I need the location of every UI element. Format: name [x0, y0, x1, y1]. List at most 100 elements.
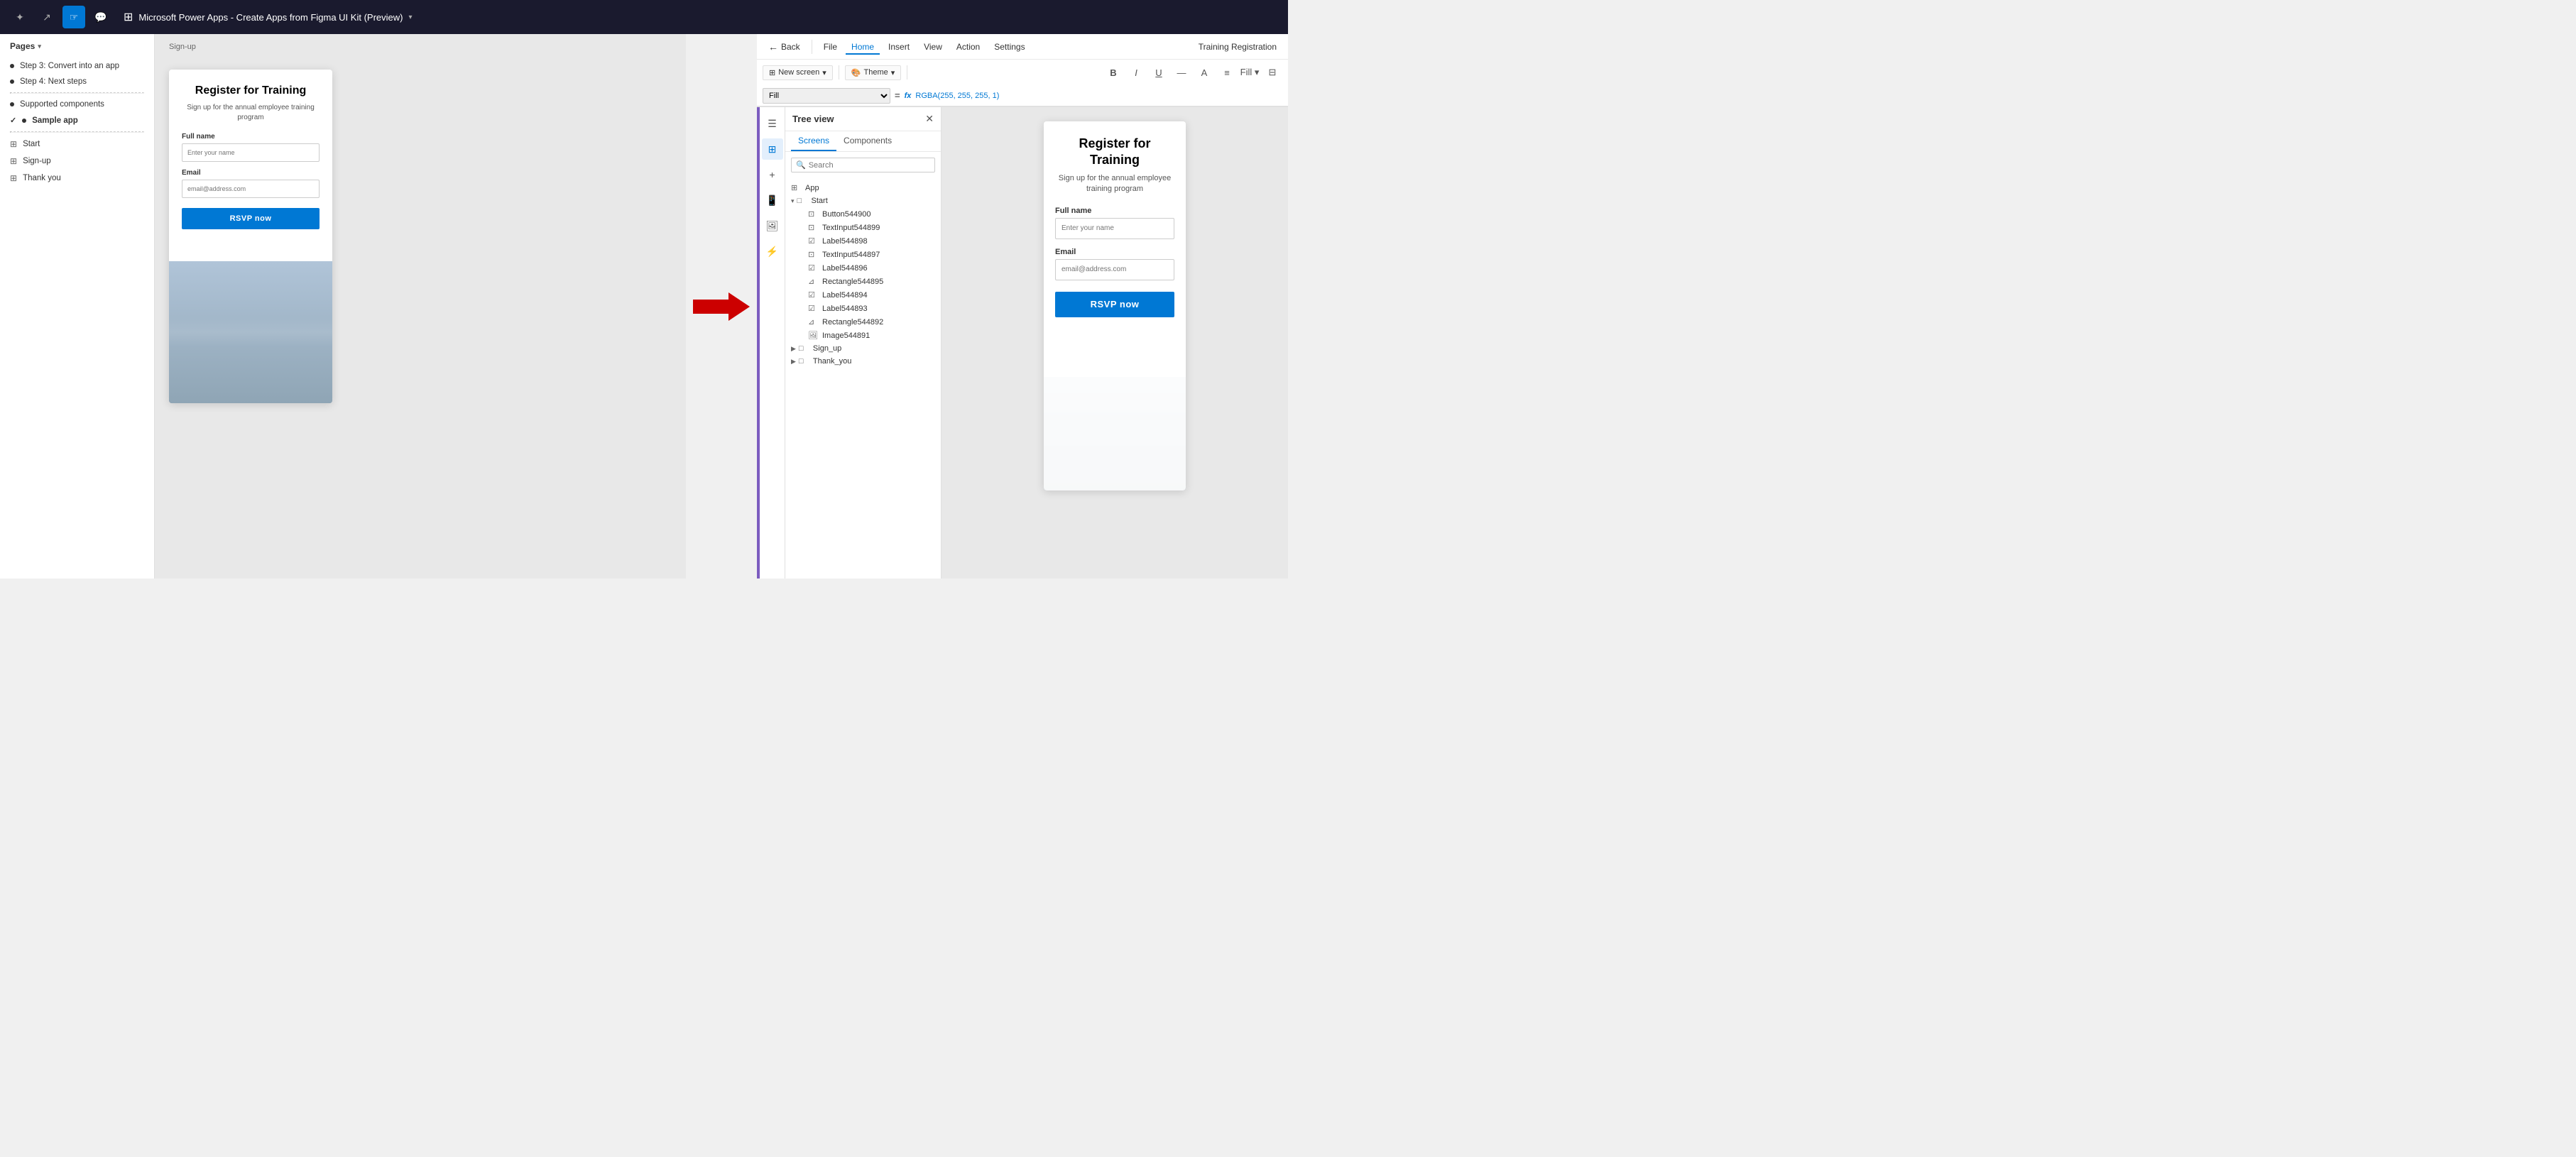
pages-divider — [10, 92, 144, 94]
italic-icon: I — [1135, 67, 1137, 78]
new-screen-label: New screen — [778, 68, 819, 77]
formula-fx-label: fx — [905, 92, 912, 100]
tree-item-start[interactable]: ▾ □ Start ··· — [785, 194, 941, 207]
bold-button[interactable]: B — [1103, 62, 1123, 82]
pa-full-name-input[interactable] — [1055, 218, 1174, 239]
strikethrough-button[interactable]: — — [1172, 62, 1191, 82]
pa-hamburger-icon[interactable]: ☰ — [762, 113, 783, 134]
theme-chevron-icon: ▾ — [891, 68, 895, 77]
pa-tab-screens[interactable]: Screens — [791, 131, 836, 151]
form-title: Register for Training — [182, 84, 320, 99]
pa-media-icon[interactable]: 🖼 — [762, 215, 783, 236]
figma-tool-arrow[interactable]: ↗ — [36, 6, 58, 28]
font-size-button[interactable]: A — [1194, 62, 1214, 82]
pa-format-buttons: B I U — A ≡ Fill ▾ ⊟ — [1103, 62, 1282, 82]
pa-menu-insert[interactable]: Insert — [883, 39, 915, 55]
tree-item-start-label: Start — [812, 197, 934, 205]
align-button[interactable]: ≡ — [1217, 62, 1237, 82]
figma-window-title: Microsoft Power Apps - Create Apps from … — [138, 12, 403, 23]
app-icon: ⊞ — [791, 183, 802, 192]
full-name-input[interactable] — [182, 143, 320, 162]
page-dot-icon — [22, 119, 26, 123]
screen-thankyou[interactable]: ⊞ Thank you — [0, 170, 154, 187]
pa-menu-home[interactable]: Home — [846, 39, 880, 55]
pa-new-screen-button[interactable]: ⊞ New screen ▾ — [763, 65, 833, 80]
page-supported[interactable]: Supported components — [0, 97, 154, 112]
pa-menu-action[interactable]: Action — [951, 39, 986, 55]
pa-toolbar: ⊞ New screen ▾ 🎨 Theme ▾ B I U — A — [757, 60, 1288, 85]
figma-tool-hand[interactable]: ☞ — [62, 6, 85, 28]
image-comp-icon: 🖼 — [808, 331, 819, 340]
tree-item-lbl544893[interactable]: ☑ Label544893 — [785, 302, 941, 315]
pa-full-name-label: Full name — [1055, 207, 1174, 215]
fill-dropdown[interactable]: Fill ▾ — [1240, 62, 1260, 82]
pa-form-subtitle: Sign up for the annual employee training… — [1055, 173, 1174, 195]
rectangle2-comp-icon: ⊿ — [808, 317, 819, 327]
tree-item-lbl544894[interactable]: ☑ Label544894 — [785, 288, 941, 302]
tool-group: ✦ ↗ ☞ 💬 — [9, 6, 112, 28]
canvas-screen-label: Sign-up — [169, 43, 196, 51]
pa-email-input[interactable] — [1055, 259, 1174, 280]
pa-tab-components[interactable]: Components — [836, 131, 899, 151]
tree-item-lbl544898[interactable]: ☑ Label544898 — [785, 234, 941, 248]
border-button[interactable]: ⊟ — [1262, 62, 1282, 82]
tree-item-txt544899-label: TextInput544899 — [822, 224, 934, 232]
figma-phone-frame: Register for Training Sign up for the an… — [169, 70, 332, 403]
new-screen-icon: ⊞ — [769, 68, 775, 77]
pa-variables-icon[interactable]: ⚡ — [762, 241, 783, 262]
pa-menu-view[interactable]: View — [918, 39, 948, 55]
tree-item-btn544900[interactable]: ⊡ Button544900 — [785, 207, 941, 221]
screen-start[interactable]: ⊞ Start — [0, 136, 154, 153]
pa-plus-icon[interactable]: + — [762, 164, 783, 185]
page-step4[interactable]: Step 4: Next steps — [0, 74, 154, 89]
pa-device-icon[interactable]: 📱 — [762, 190, 783, 211]
screen-signup-label: Sign-up — [23, 157, 51, 165]
figma-tool-comment[interactable]: 💬 — [89, 6, 112, 28]
tree-expand-thankyou-icon: ▶ — [791, 358, 796, 366]
pa-back-label: Back — [781, 42, 800, 52]
tree-item-txt544899[interactable]: ⊡ TextInput544899 — [785, 221, 941, 234]
pa-property-dropdown[interactable]: Fill — [763, 88, 890, 104]
pa-form-card: Register for Training Sign up for the an… — [1044, 121, 1186, 490]
theme-label: Theme — [864, 68, 888, 77]
page-supported-label: Supported components — [20, 100, 104, 109]
screen-signup[interactable]: ⊞ Sign-up — [0, 153, 154, 170]
pages-chevron-icon[interactable]: ▾ — [38, 43, 41, 50]
tree-item-img544891[interactable]: 🖼 Image544891 — [785, 329, 941, 342]
textinput2-comp-icon: ⊡ — [808, 250, 819, 259]
pa-back-button[interactable]: ← Back — [763, 38, 806, 55]
page-step3[interactable]: Step 3: Convert into an app — [0, 58, 154, 74]
pa-rsvp-button[interactable]: RSVP now — [1055, 292, 1174, 317]
tree-item-app[interactable]: ⊞ App — [785, 181, 941, 194]
tree-item-rect544892[interactable]: ⊿ Rectangle544892 — [785, 315, 941, 329]
tree-search-input[interactable] — [809, 161, 930, 170]
tree-item-thankyou[interactable]: ▶ □ Thank_you — [785, 355, 941, 368]
italic-button[interactable]: I — [1126, 62, 1146, 82]
page-dot-icon — [10, 102, 14, 106]
figma-tool-menu[interactable]: ✦ — [9, 6, 31, 28]
figma-logo-icon: ⊞ — [124, 10, 133, 24]
border-icon: ⊟ — [1269, 67, 1277, 78]
tree-item-lbl544896[interactable]: ☑ Label544896 — [785, 261, 941, 275]
figma-title-chevron[interactable]: ▾ — [408, 13, 412, 21]
tree-item-lbl544898-label: Label544898 — [822, 237, 934, 246]
tree-item-txt544897-label: TextInput544897 — [822, 251, 934, 259]
underline-button[interactable]: U — [1149, 62, 1169, 82]
pa-menu-settings[interactable]: Settings — [988, 39, 1030, 55]
figma-form-card: Register for Training Sign up for the an… — [169, 70, 332, 403]
formula-expression[interactable]: RGBA(255, 255, 255, 1) — [915, 92, 999, 100]
tree-item-signup[interactable]: ▶ □ Sign_up — [785, 342, 941, 355]
rsvp-button[interactable]: RSVP now — [182, 208, 320, 229]
page-sample[interactable]: ✓ Sample app — [0, 112, 154, 128]
email-label: Email — [182, 169, 320, 177]
pa-phone-frame: Register for Training Sign up for the an… — [1044, 121, 1186, 490]
pa-theme-button[interactable]: 🎨 Theme ▾ — [845, 65, 901, 80]
pa-menu-file[interactable]: File — [818, 39, 843, 55]
tree-item-rect544895[interactable]: ⊿ Rectangle544895 — [785, 275, 941, 288]
tree-item-txt544897[interactable]: ⊡ TextInput544897 — [785, 248, 941, 261]
email-input[interactable] — [182, 180, 320, 198]
screen-hash-icon: ⊞ — [10, 139, 17, 149]
screen-signup-icon: □ — [799, 344, 810, 353]
pa-tree-view-icon[interactable]: ⊞ — [762, 138, 783, 160]
tree-close-button[interactable]: ✕ — [925, 113, 934, 125]
